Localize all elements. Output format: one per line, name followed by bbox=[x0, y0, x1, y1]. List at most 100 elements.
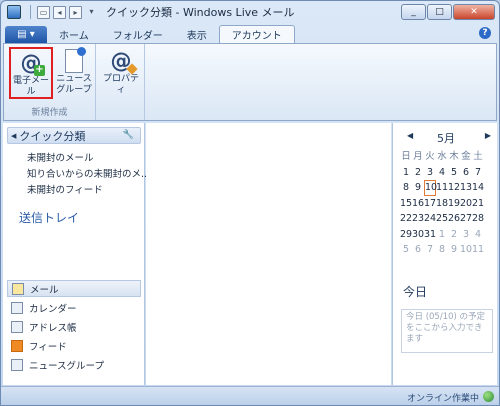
calendar-day[interactable]: 22 bbox=[400, 211, 412, 227]
help-icon[interactable]: ? bbox=[479, 27, 491, 39]
nav-mail[interactable]: メール bbox=[7, 280, 141, 297]
dow-label: 木 bbox=[449, 151, 459, 162]
calendar-day[interactable]: 2 bbox=[412, 165, 424, 181]
calendar-day[interactable]: 15 bbox=[400, 196, 412, 212]
calendar-day[interactable]: 12 bbox=[448, 180, 460, 196]
collapse-icon[interactable]: ◀ bbox=[11, 132, 16, 140]
tab-account[interactable]: アカウント bbox=[218, 25, 295, 43]
forward-icon[interactable]: ▸ bbox=[69, 5, 82, 19]
calendar-day[interactable]: 8 bbox=[436, 242, 448, 258]
calendar-day[interactable]: 19 bbox=[448, 196, 460, 212]
calendar-day[interactable]: 8 bbox=[400, 180, 412, 196]
nav-feeds[interactable]: フィード bbox=[11, 337, 145, 354]
calendar-pane: ◀ 5月 ▶ 日 月 火 水 木 金 土 1 2 3 4 5 6 7 8 9 10 11 12 13 14… bbox=[392, 123, 497, 385]
calendar-day[interactable]: 31 bbox=[424, 227, 436, 243]
calendar-day[interactable]: 5 bbox=[448, 165, 460, 181]
calendar-day[interactable]: 28 bbox=[472, 211, 484, 227]
calendar-header: ◀ 5月 ▶ bbox=[393, 131, 497, 145]
today-title: 今日 bbox=[403, 285, 428, 299]
wrench-icon[interactable]: 🔧 bbox=[123, 130, 134, 140]
nav-feeds-label: フィード bbox=[29, 341, 67, 353]
calendar-day[interactable]: 3 bbox=[460, 227, 472, 243]
calendar-day[interactable]: 9 bbox=[448, 242, 460, 258]
close-button[interactable]: ✕ bbox=[453, 4, 495, 20]
nav-contacts[interactable]: アドレス帳 bbox=[11, 318, 145, 335]
outbox-folder[interactable]: 送信トレイ bbox=[19, 209, 79, 226]
reply-icon[interactable]: ◂ bbox=[53, 5, 66, 19]
qat-separator bbox=[30, 5, 31, 19]
calendar-day[interactable]: 30 bbox=[412, 227, 424, 243]
quick-views-title: クイック分類 bbox=[19, 129, 86, 143]
tab-home[interactable]: ホーム bbox=[47, 25, 101, 43]
folder-pane: ◀ クイック分類 🔧 未開封のメール 知り合いからの未開封のメ... 未開封のフ… bbox=[3, 123, 150, 385]
app-window: ▭ ◂ ▸ ▾ クイック分類 - Windows Live メール _ □ ✕ … bbox=[0, 0, 500, 406]
calendar-day[interactable]: 17 bbox=[424, 196, 436, 212]
quick-views-header[interactable]: ◀ クイック分類 🔧 bbox=[7, 127, 141, 144]
ribbon: @ + 電子メール ニュース グループ 新規作成 @ プロパティ bbox=[3, 43, 497, 121]
calendar-week-row: 22 23 24 25 26 27 28 bbox=[400, 211, 496, 227]
calendar-day[interactable]: 16 bbox=[412, 196, 424, 212]
calendar-day[interactable]: 11 bbox=[472, 242, 484, 258]
quick-access-toolbar: ▭ ◂ ▸ ▾ bbox=[27, 5, 98, 19]
window-title: クイック分類 - Windows Live メール bbox=[106, 6, 295, 19]
tab-folder[interactable]: フォルダー bbox=[101, 25, 175, 43]
nav-calendar[interactable]: カレンダー bbox=[11, 299, 145, 316]
status-bar: オンライン作業中 bbox=[1, 386, 499, 405]
calendar-day[interactable]: 21 bbox=[472, 196, 484, 212]
new-newsgroup-button[interactable]: ニュース グループ bbox=[52, 47, 96, 99]
message-list-pane bbox=[146, 123, 391, 385]
calendar-day[interactable]: 7 bbox=[424, 242, 436, 258]
calendar-day[interactable]: 13 bbox=[460, 180, 472, 196]
minimize-button[interactable]: _ bbox=[401, 4, 426, 20]
nav-newsgroups-label: ニュースグループ bbox=[29, 360, 104, 372]
calendar-day[interactable]: 10 bbox=[424, 180, 437, 196]
calendar-day[interactable]: 25 bbox=[436, 211, 448, 227]
properties-icon: @ bbox=[108, 49, 138, 75]
calendar-day[interactable]: 2 bbox=[448, 227, 460, 243]
calendar-day[interactable]: 3 bbox=[424, 165, 436, 181]
contacts-icon bbox=[11, 320, 23, 333]
maximize-button[interactable]: □ bbox=[427, 4, 452, 20]
nav-newsgroups[interactable]: ニュースグループ bbox=[11, 356, 145, 373]
tab-view[interactable]: 表示 bbox=[175, 25, 219, 43]
calendar-day[interactable]: 24 bbox=[424, 211, 436, 227]
quick-view-unread-contacts[interactable]: 知り合いからの未開封のメ... bbox=[27, 166, 150, 180]
calendar-day[interactable]: 26 bbox=[448, 211, 460, 227]
ribbon-tabs: ▤ ▾ ホーム フォルダー 表示 アカウント ? bbox=[1, 23, 499, 43]
calendar-day[interactable]: 27 bbox=[460, 211, 472, 227]
file-menu-button[interactable]: ▤ ▾ bbox=[5, 26, 47, 43]
calendar-day[interactable]: 1 bbox=[400, 165, 412, 181]
calendar-day[interactable]: 10 bbox=[460, 242, 472, 258]
calendar-day[interactable]: 1 bbox=[436, 227, 448, 243]
calendar-day[interactable]: 5 bbox=[400, 242, 412, 258]
calendar-day[interactable]: 29 bbox=[400, 227, 412, 243]
calendar-day[interactable]: 6 bbox=[412, 242, 424, 258]
dropdown-icon[interactable]: ▾ bbox=[85, 6, 98, 19]
previous-month-icon[interactable]: ◀ bbox=[407, 131, 413, 140]
calendar-day[interactable]: 11 bbox=[436, 180, 448, 196]
calendar-day[interactable]: 7 bbox=[472, 165, 484, 181]
globe-icon bbox=[483, 391, 494, 402]
next-month-icon[interactable]: ▶ bbox=[485, 131, 491, 140]
calendar-day[interactable]: 18 bbox=[436, 196, 448, 212]
dow-label: 月 bbox=[413, 151, 423, 162]
properties-button[interactable]: @ プロパティ bbox=[99, 47, 143, 99]
group-label-new: 新規作成 bbox=[31, 108, 68, 118]
dow-label: 水 bbox=[437, 151, 447, 162]
quick-view-unread-mail[interactable]: 未開封のメール bbox=[27, 150, 94, 164]
calendar-day[interactable]: 6 bbox=[460, 165, 472, 181]
calendar-day[interactable]: 20 bbox=[460, 196, 472, 212]
app-icon[interactable] bbox=[7, 5, 21, 19]
calendar-week-row: 15 16 17 18 19 20 21 bbox=[400, 196, 496, 212]
calendar-day[interactable]: 4 bbox=[436, 165, 448, 181]
calendar-day[interactable]: 14 bbox=[472, 180, 484, 196]
new-email-button[interactable]: @ + 電子メール bbox=[9, 47, 53, 99]
calendar-day[interactable]: 23 bbox=[412, 211, 424, 227]
today-event-input[interactable]: 今日 (05/10) の予定をここから入力できます bbox=[401, 309, 493, 353]
quick-view-unread-feeds[interactable]: 未開封のフィード bbox=[27, 182, 103, 196]
calendar-day[interactable]: 9 bbox=[412, 180, 424, 196]
calendar-day[interactable]: 4 bbox=[472, 227, 484, 243]
calendar-week-row: 1234567 bbox=[400, 165, 496, 181]
group-new: @ + 電子メール ニュース グループ 新規作成 bbox=[4, 44, 96, 120]
new-icon[interactable]: ▭ bbox=[37, 5, 50, 19]
